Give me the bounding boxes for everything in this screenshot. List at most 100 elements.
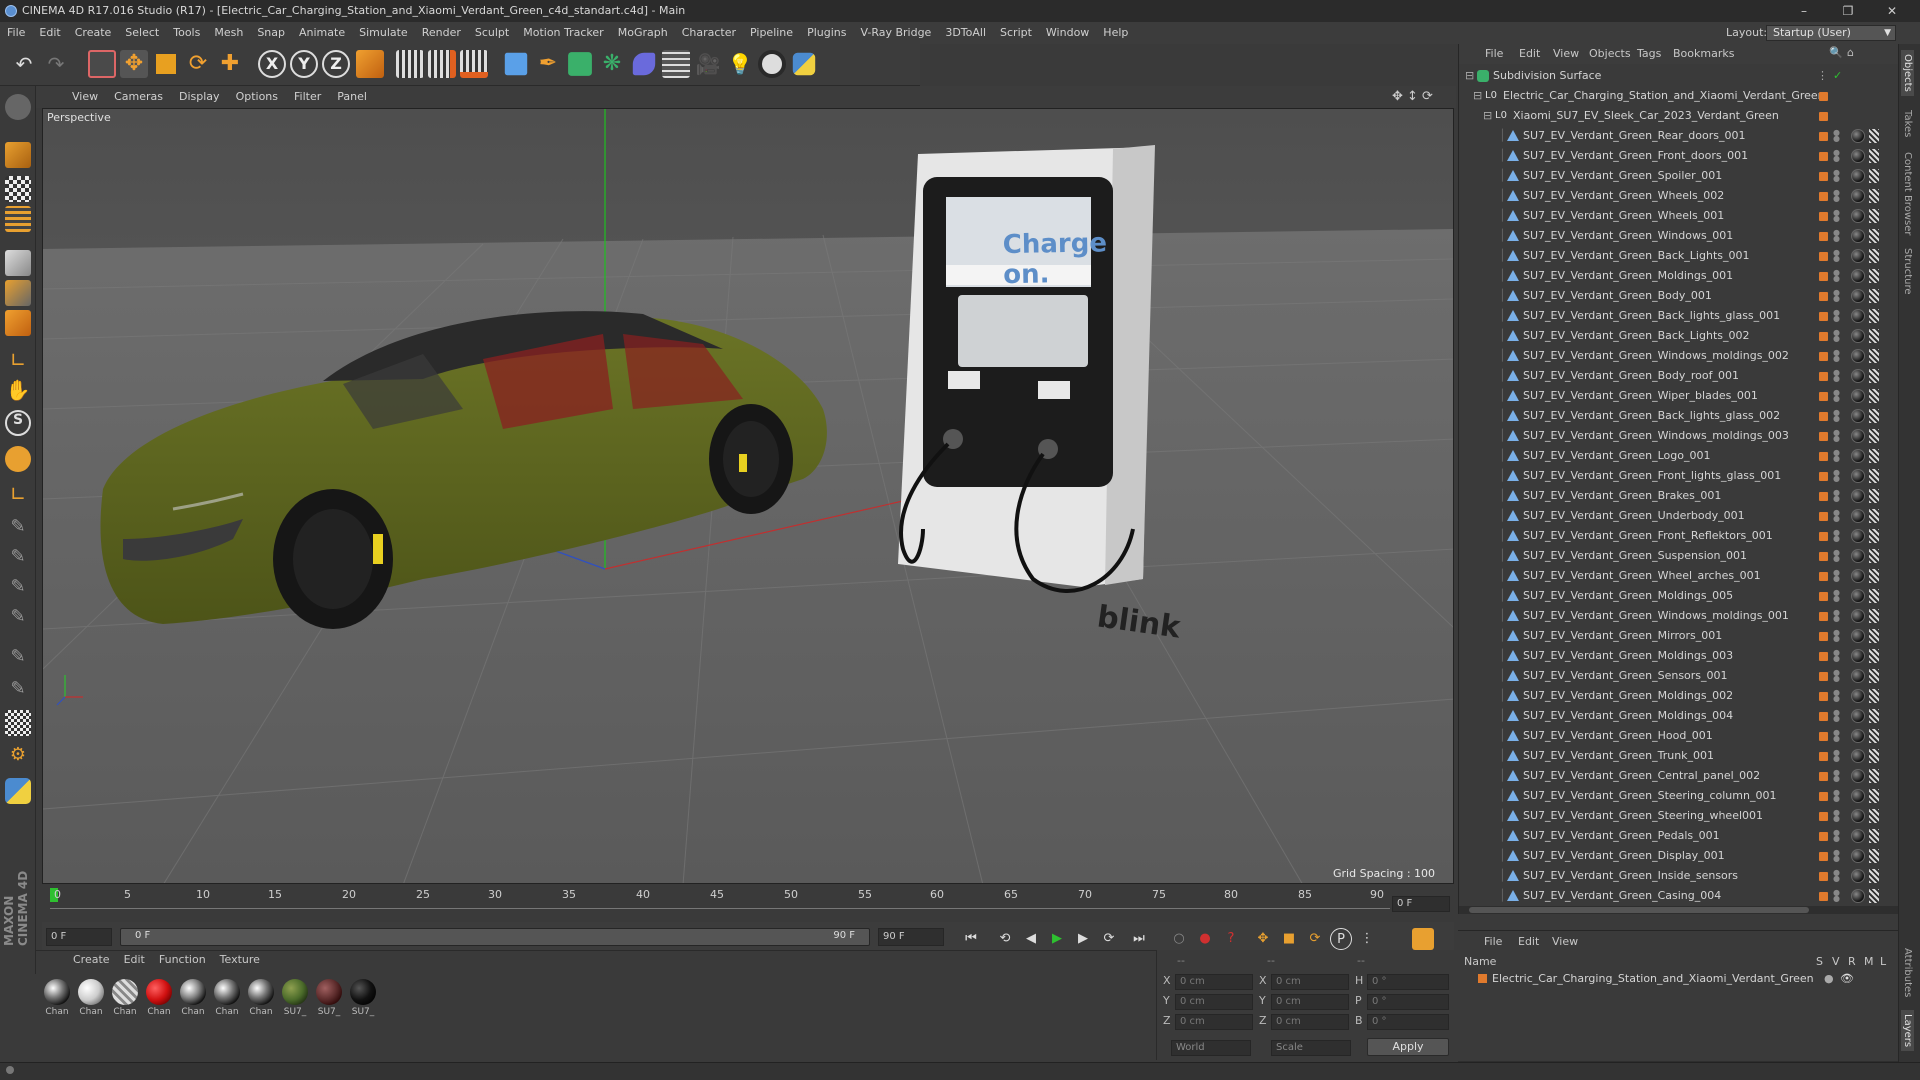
subdivision-surface-icon[interactable] <box>568 52 592 76</box>
material-tag-icon[interactable] <box>1851 529 1865 543</box>
material-tag-icon[interactable] <box>1851 289 1865 303</box>
python-icon[interactable] <box>792 52 816 76</box>
key-pla-icon[interactable]: ⋮ <box>1356 928 1378 950</box>
tree-item-object[interactable]: │ SU7_EV_Verdant_Green_Front_doors_001 ● ● <box>1459 146 1879 166</box>
tree-item-object[interactable]: │ SU7_EV_Verdant_Green_Pedals_001 ● ● <box>1459 826 1879 846</box>
collapse-icon[interactable]: ⊟ <box>1473 86 1482 106</box>
goto-start-icon[interactable]: ⏮ <box>960 928 982 950</box>
material-tag-icon[interactable] <box>1851 249 1865 263</box>
layer-color-swatch[interactable] <box>1819 492 1828 501</box>
texture-tag-icon[interactable] <box>1869 749 1879 763</box>
tree-item-object[interactable]: │ SU7_EV_Verdant_Green_Inside_sensors ● ● <box>1459 866 1879 886</box>
tree-item-object[interactable]: │ SU7_EV_Verdant_Green_Spoiler_001 ● ● <box>1459 166 1879 186</box>
texture-tag-icon[interactable] <box>1869 569 1879 583</box>
texture-tag-icon[interactable] <box>1869 509 1879 523</box>
viewport-menu-options[interactable]: Options <box>228 86 286 108</box>
paint-icon[interactable]: ⚙ <box>5 744 31 770</box>
layer-color-swatch[interactable] <box>1819 392 1828 401</box>
key-scale-icon[interactable]: ■ <box>1278 928 1300 950</box>
tree-item-object[interactable]: │ SU7_EV_Verdant_Green_Display_001 ● ● <box>1459 846 1879 866</box>
brush-tool-icon[interactable]: ✎ <box>5 516 31 542</box>
tree-item-object[interactable]: │ SU7_EV_Verdant_Green_Steering_wheel001 ●… <box>1459 806 1879 826</box>
om-menu-view[interactable]: View <box>1553 47 1579 60</box>
material-swatch[interactable]: SU7_ <box>348 979 378 1017</box>
om-menu-edit[interactable]: Edit <box>1519 47 1540 60</box>
menu-pipeline[interactable]: Pipeline <box>743 22 800 44</box>
tree-item-object[interactable]: │ SU7_EV_Verdant_Green_Mirrors_001 ● ● <box>1459 626 1879 646</box>
visibility-dots-icon[interactable]: ● ● <box>1833 369 1840 383</box>
visibility-dots-icon[interactable]: ● ● <box>1833 349 1840 363</box>
texture-tag-icon[interactable] <box>1869 349 1879 363</box>
tree-item-object[interactable]: │ SU7_EV_Verdant_Green_Windows_moldings_0… <box>1459 606 1879 626</box>
tree-item-object[interactable]: │ SU7_EV_Verdant_Green_Wiper_blades_001 ● ● <box>1459 386 1879 406</box>
layer-color-swatch[interactable] <box>1819 192 1828 201</box>
menu-plugins[interactable]: Plugins <box>800 22 853 44</box>
visibility-dots-icon[interactable]: ● ● <box>1833 469 1840 483</box>
layer-color-swatch[interactable] <box>1819 572 1828 581</box>
material-tag-icon[interactable] <box>1851 729 1865 743</box>
tree-item-object[interactable]: │ SU7_EV_Verdant_Green_Moldings_004 ● ● <box>1459 706 1879 726</box>
points-mode-icon[interactable] <box>5 250 31 276</box>
minimize-button[interactable]: – <box>1782 0 1826 22</box>
tree-item-object[interactable]: │ SU7_EV_Verdant_Green_Steering_column_00… <box>1459 786 1879 806</box>
texture-tag-icon[interactable] <box>1869 169 1879 183</box>
horizontal-scrollbar[interactable] <box>1459 906 1899 914</box>
layer-color-swatch[interactable] <box>1819 372 1828 381</box>
layer-color-swatch[interactable] <box>1819 592 1828 601</box>
tree-item-object[interactable]: │ SU7_EV_Verdant_Green_Casing_004 ● ● <box>1459 886 1879 906</box>
menu-file[interactable]: File <box>0 22 32 44</box>
texture-tag-icon[interactable] <box>1869 289 1879 303</box>
tab-attributes[interactable]: Attributes <box>1901 944 1914 1001</box>
prev-key-icon[interactable]: ⟲ <box>994 928 1016 950</box>
menu-sculpt[interactable]: Sculpt <box>468 22 516 44</box>
tree-item-object[interactable]: │ SU7_EV_Verdant_Green_Trunk_001 ● ● <box>1459 746 1879 766</box>
sculpt-flatten-icon[interactable]: ✎ <box>5 678 31 704</box>
visibility-dots-icon[interactable]: ● ● <box>1833 609 1840 623</box>
menu-help[interactable]: Help <box>1096 22 1135 44</box>
material-swatch[interactable]: Chan <box>110 979 140 1017</box>
timeline-window-icon[interactable] <box>1412 928 1434 950</box>
material-tag-icon[interactable] <box>1851 749 1865 763</box>
material-tag-icon[interactable] <box>1851 569 1865 583</box>
apply-button[interactable]: Apply <box>1367 1038 1449 1056</box>
visibility-dots-icon[interactable]: ⋮ <box>1817 66 1828 86</box>
material-tag-icon[interactable] <box>1851 889 1865 903</box>
material-swatch[interactable]: Chan <box>144 979 174 1017</box>
tree-item-object[interactable]: │ SU7_EV_Verdant_Green_Rear_doors_001 ● ● <box>1459 126 1879 146</box>
menu-simulate[interactable]: Simulate <box>352 22 415 44</box>
menu-edit[interactable]: Edit <box>32 22 67 44</box>
visibility-dots-icon[interactable]: ● ● <box>1833 509 1840 523</box>
material-tag-icon[interactable] <box>1851 649 1865 663</box>
texture-tag-icon[interactable] <box>1869 549 1879 563</box>
layer-color-swatch[interactable] <box>1819 512 1828 521</box>
layer-color-swatch[interactable] <box>1819 252 1828 261</box>
enabled-check-icon[interactable]: ✓ <box>1833 66 1842 86</box>
layer-color-swatch[interactable] <box>1819 552 1828 561</box>
menu-character[interactable]: Character <box>675 22 743 44</box>
texture-tag-icon[interactable] <box>1869 389 1879 403</box>
tree-item-object[interactable]: │ SU7_EV_Verdant_Green_Suspension_001 ● ● <box>1459 546 1879 566</box>
pen-spline-icon[interactable]: ✒ <box>534 50 562 78</box>
material-tag-icon[interactable] <box>1851 349 1865 363</box>
layer-color-swatch[interactable] <box>1819 412 1828 421</box>
size-y-field[interactable]: 0 cm <box>1271 994 1349 1010</box>
material-tag-icon[interactable] <box>1851 709 1865 723</box>
menu-mograph[interactable]: MoGraph <box>611 22 675 44</box>
key-parameter-icon[interactable]: P <box>1330 928 1352 950</box>
material-tag-icon[interactable] <box>1851 869 1865 883</box>
tree-item-object[interactable]: │ SU7_EV_Verdant_Green_Body_roof_001 ● ● <box>1459 366 1879 386</box>
material-tag-icon[interactable] <box>1851 509 1865 523</box>
texture-tag-icon[interactable] <box>1869 409 1879 423</box>
viewport-menu-cameras[interactable]: Cameras <box>106 86 171 108</box>
tree-item-object[interactable]: │ SU7_EV_Verdant_Green_Hood_001 ● ● <box>1459 726 1879 746</box>
layer-color-swatch[interactable] <box>1819 532 1828 541</box>
cloner-icon[interactable]: ❋ <box>598 50 626 78</box>
material-tag-icon[interactable] <box>1851 229 1865 243</box>
visibility-dots-icon[interactable]: ● ● <box>1833 649 1840 663</box>
tree-item-object[interactable]: │ SU7_EV_Verdant_Green_Windows_moldings_0… <box>1459 346 1879 366</box>
visibility-dots-icon[interactable]: ● ● <box>1833 729 1840 743</box>
material-tag-icon[interactable] <box>1851 769 1865 783</box>
tree-item-null-group[interactable]: ⊟ L0 Electric_Car_Charging_Station_and_X… <box>1459 86 1879 106</box>
scale-icon[interactable] <box>152 50 180 78</box>
layer-color-swatch[interactable] <box>1819 792 1828 801</box>
